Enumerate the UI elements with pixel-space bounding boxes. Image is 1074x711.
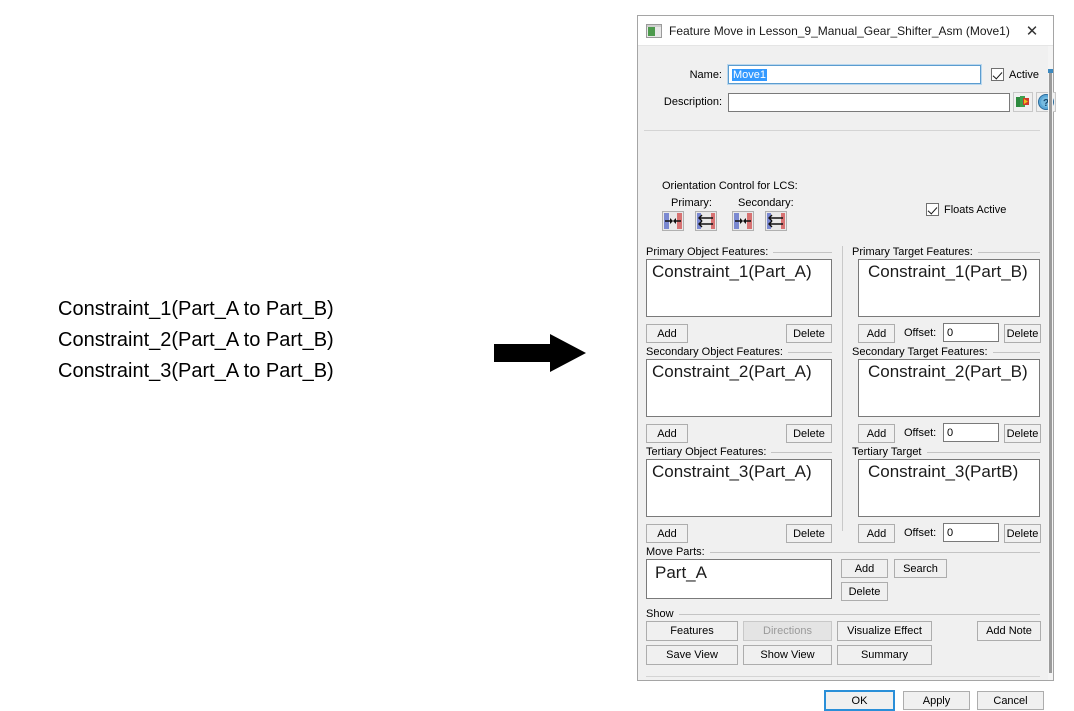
orientation-secondary-label: Secondary:	[738, 197, 794, 209]
orientation-secondary-offset-icon[interactable]	[765, 211, 787, 231]
dialog-title: Feature Move in Lesson_9_Manual_Gear_Shi…	[669, 23, 1010, 38]
help-icon[interactable]: ?	[1036, 92, 1056, 112]
move-parts-add-button[interactable]: Add	[841, 559, 888, 578]
constraint-annotation-list: Constraint_1(Part_A to Part_B) Constrain…	[58, 294, 458, 387]
move-parts-group-legend: Move Parts:	[646, 546, 1040, 558]
ok-button[interactable]: OK	[824, 690, 895, 711]
tertiary-offset-label: Offset:	[904, 527, 937, 539]
secondary-target-delete-button[interactable]: Delete	[1004, 424, 1041, 443]
application-icon	[646, 23, 662, 38]
close-icon[interactable]: ✕	[1011, 16, 1053, 45]
floats-active-checkbox[interactable]: Floats Active	[926, 203, 1006, 216]
move-parts-listbox[interactable]: Part_A	[646, 559, 832, 599]
active-checkbox-box[interactable]	[991, 68, 1004, 81]
move-parts-delete-button[interactable]: Delete	[841, 582, 888, 601]
tertiary-offset-input[interactable]: 0	[943, 523, 999, 542]
primary-target-add-button[interactable]: Add	[858, 324, 895, 343]
dialog-vertical-scrollbar[interactable]	[1048, 46, 1053, 680]
secondary-object-add-button[interactable]: Add	[646, 424, 688, 443]
active-label: Active	[1009, 68, 1039, 81]
primary-object-add-button[interactable]: Add	[646, 324, 688, 343]
cancel-button[interactable]: Cancel	[977, 691, 1044, 710]
feature-move-dialog: Feature Move in Lesson_9_Manual_Gear_Shi…	[637, 15, 1056, 711]
constraint-line: Constraint_3(Part_A to Part_B)	[58, 360, 334, 382]
tertiary-target-add-button[interactable]: Add	[858, 524, 895, 543]
visualize-effect-button[interactable]: Visualize Effect	[837, 621, 932, 641]
primary-object-group-legend: Primary Object Features:	[646, 246, 832, 258]
secondary-object-listbox[interactable]: Constraint_2(Part_A)	[646, 359, 832, 417]
list-item[interactable]: Part_A	[647, 560, 831, 583]
tertiary-object-listbox[interactable]: Constraint_3(Part_A)	[646, 459, 832, 517]
orientation-primary-label: Primary:	[671, 197, 712, 209]
orientation-primary-offset-icon[interactable]	[695, 211, 717, 231]
name-input-value: Move1	[732, 68, 768, 81]
secondary-object-group-legend: Secondary Object Features:	[646, 346, 832, 358]
show-group-legend: Show	[646, 608, 1040, 620]
secondary-target-group-legend: Secondary Target Features:	[852, 346, 1040, 358]
list-item[interactable]: Constraint_1(Part_A)	[647, 260, 831, 282]
description-input-field[interactable]	[732, 95, 1009, 109]
primary-target-delete-button[interactable]: Delete	[1004, 324, 1041, 343]
tertiary-target-delete-button[interactable]: Delete	[1004, 524, 1041, 543]
dialog-titlebar: Feature Move in Lesson_9_Manual_Gear_Shi…	[638, 16, 1053, 46]
orientation-secondary-align-icon[interactable]	[732, 211, 754, 231]
description-row: Description: ?	[642, 92, 1056, 112]
header-divider	[644, 130, 1040, 131]
show-view-button[interactable]: Show View	[743, 645, 832, 665]
primary-offset-input[interactable]: 0	[943, 323, 999, 342]
description-label: Description:	[663, 96, 722, 108]
primary-object-listbox[interactable]: Constraint_1(Part_A)	[646, 259, 832, 317]
tertiary-object-group-legend: Tertiary Object Features:	[646, 446, 832, 458]
right-arrow-icon	[492, 332, 588, 374]
footer-divider	[646, 676, 1040, 677]
secondary-object-delete-button[interactable]: Delete	[786, 424, 832, 443]
list-item[interactable]: Constraint_2(Part_A)	[647, 360, 831, 382]
constraint-line: Constraint_1(Part_A to Part_B)	[58, 298, 334, 320]
list-item[interactable]: Constraint_2(Part_B)	[859, 360, 1039, 382]
primary-target-listbox[interactable]: Constraint_1(Part_B)	[858, 259, 1040, 317]
secondary-offset-input[interactable]: 0	[943, 423, 999, 442]
floats-active-checkbox-box[interactable]	[926, 203, 939, 216]
secondary-target-add-button[interactable]: Add	[858, 424, 895, 443]
orientation-heading: Orientation Control for LCS:	[662, 180, 798, 192]
reference-picker-icon[interactable]	[1013, 92, 1033, 112]
tertiary-object-add-button[interactable]: Add	[646, 524, 688, 543]
list-item[interactable]: Constraint_3(PartB)	[859, 460, 1039, 482]
secondary-target-listbox[interactable]: Constraint_2(Part_B)	[858, 359, 1040, 417]
primary-target-group-legend: Primary Target Features:	[852, 246, 1040, 258]
dialog-body: Name: Move1 Active Description: ? Orient…	[638, 46, 1056, 711]
tertiary-target-group-legend: Tertiary Target	[852, 446, 1040, 458]
scrollbar-thumb[interactable]	[1049, 73, 1052, 673]
active-checkbox[interactable]: Active	[991, 68, 1039, 81]
primary-object-delete-button[interactable]: Delete	[786, 324, 832, 343]
show-directions-button: Directions	[743, 621, 832, 641]
show-features-button[interactable]: Features	[646, 621, 738, 641]
list-item[interactable]: Constraint_1(Part_B)	[859, 260, 1039, 282]
tertiary-object-delete-button[interactable]: Delete	[786, 524, 832, 543]
add-note-button[interactable]: Add Note	[977, 621, 1041, 641]
orientation-primary-align-icon[interactable]	[662, 211, 684, 231]
save-view-button[interactable]: Save View	[646, 645, 738, 665]
summary-button[interactable]: Summary	[837, 645, 932, 665]
constraint-line: Constraint_2(Part_A to Part_B)	[58, 329, 334, 351]
name-input[interactable]: Move1	[727, 64, 982, 85]
name-row: Name: Move1 Active	[660, 64, 1039, 85]
column-divider	[842, 246, 843, 531]
floats-active-label: Floats Active	[944, 203, 1007, 216]
tertiary-target-listbox[interactable]: Constraint_3(PartB)	[858, 459, 1040, 517]
name-label: Name:	[689, 68, 722, 81]
move-parts-search-button[interactable]: Search	[894, 559, 947, 578]
list-item[interactable]: Constraint_3(Part_A)	[647, 460, 831, 482]
description-input[interactable]	[728, 92, 1010, 112]
secondary-offset-label: Offset:	[904, 427, 937, 439]
apply-button[interactable]: Apply	[903, 691, 970, 710]
primary-offset-label: Offset:	[904, 327, 937, 339]
